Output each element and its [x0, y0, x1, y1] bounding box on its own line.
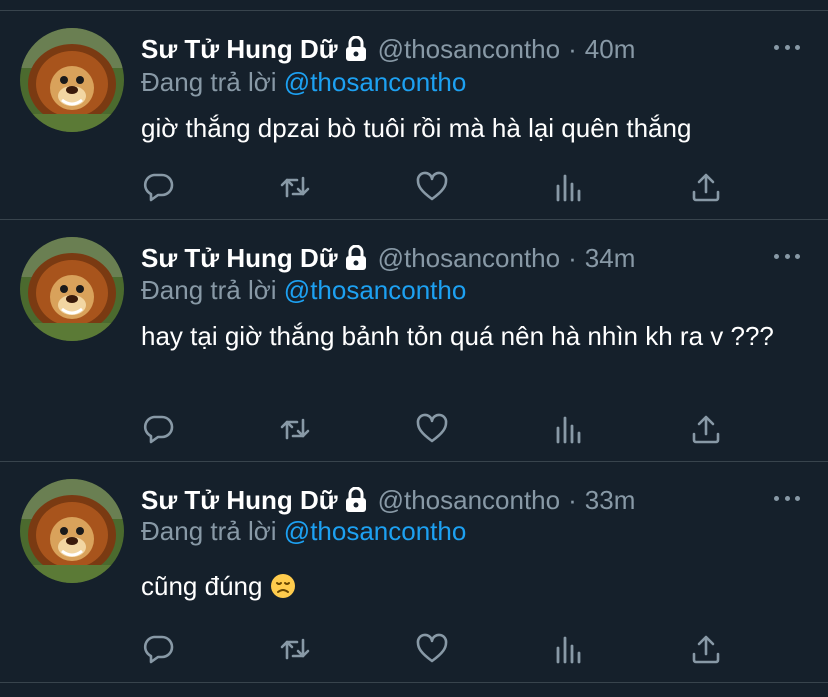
- separator-dot: ·: [568, 243, 577, 273]
- handle[interactable]: @thosancontho: [378, 485, 561, 515]
- timestamp[interactable]: 34m: [585, 243, 636, 273]
- display-name[interactable]: Sư Tử Hung Dữ: [141, 485, 338, 515]
- reply-icon[interactable]: [141, 412, 175, 446]
- separator-dot: ·: [568, 485, 577, 515]
- like-icon[interactable]: [415, 170, 449, 204]
- more-icon[interactable]: [774, 252, 800, 260]
- share-icon[interactable]: [689, 412, 723, 446]
- reply-mention-link[interactable]: @thosancontho: [284, 516, 467, 546]
- disappointed-face-icon: [270, 573, 296, 599]
- like-icon[interactable]: [415, 412, 449, 446]
- analytics-icon[interactable]: [552, 412, 586, 446]
- timestamp[interactable]: 40m: [585, 34, 636, 64]
- tweet-header: Sư Tử Hung Dữ @thosancontho · 34m: [141, 243, 635, 273]
- retweet-icon[interactable]: [278, 632, 312, 666]
- reply-prefix: Đang trả lời: [141, 67, 277, 97]
- more-icon[interactable]: [774, 43, 800, 51]
- share-icon[interactable]: [689, 170, 723, 204]
- tweet-header: Sư Tử Hung Dữ @thosancontho · 33m: [141, 485, 635, 515]
- tweet-text: hay tại giờ thắng bảnh tỏn quá nên hà nh…: [141, 321, 774, 351]
- lion-avatar-image: [20, 28, 124, 132]
- reply-icon[interactable]: [141, 170, 175, 204]
- avatar[interactable]: [20, 479, 124, 583]
- analytics-icon[interactable]: [552, 170, 586, 204]
- lion-avatar-image: [20, 479, 124, 583]
- tweet[interactable]: Sư Tử Hung Dữ @thosancontho · 33m Đang t…: [0, 462, 828, 683]
- timestamp[interactable]: 33m: [585, 485, 636, 515]
- more-icon[interactable]: [774, 494, 800, 502]
- avatar[interactable]: [20, 237, 124, 341]
- action-bar: [141, 170, 731, 204]
- action-bar: [141, 632, 731, 666]
- tweet-header: Sư Tử Hung Dữ @thosancontho · 40m: [141, 34, 635, 64]
- handle[interactable]: @thosancontho: [378, 243, 561, 273]
- tweet[interactable]: Sư Tử Hung Dữ @thosancontho · 40m Đang t…: [0, 11, 828, 220]
- reply-mention-link[interactable]: @thosancontho: [284, 275, 467, 305]
- reply-mention-link[interactable]: @thosancontho: [284, 67, 467, 97]
- action-bar: [141, 412, 731, 446]
- lion-avatar-image: [20, 237, 124, 341]
- like-icon[interactable]: [415, 632, 449, 666]
- analytics-icon[interactable]: [552, 632, 586, 666]
- handle[interactable]: @thosancontho: [378, 34, 561, 64]
- lock-icon: [344, 487, 368, 513]
- reply-prefix: Đang trả lời: [141, 275, 277, 305]
- reply-prefix: Đang trả lời: [141, 516, 277, 546]
- reply-context: Đang trả lời @thosancontho: [141, 516, 466, 546]
- tweet-text: giờ thắng dpzai bò tuôi rồi mà hà lại qu…: [141, 113, 692, 143]
- reply-context: Đang trả lời @thosancontho: [141, 275, 466, 305]
- display-name[interactable]: Sư Tử Hung Dữ: [141, 34, 338, 64]
- retweet-icon[interactable]: [278, 170, 312, 204]
- tweet[interactable]: Sư Tử Hung Dữ @thosancontho · 34m Đang t…: [0, 220, 828, 462]
- lock-icon: [344, 36, 368, 62]
- share-icon[interactable]: [689, 632, 723, 666]
- lock-icon: [344, 245, 368, 271]
- tweet-text-container: cũng đúng: [141, 570, 811, 603]
- reply-context: Đang trả lời @thosancontho: [141, 67, 466, 97]
- tweet-text: cũng đúng: [141, 571, 263, 601]
- separator-dot: ·: [568, 34, 577, 64]
- display-name[interactable]: Sư Tử Hung Dữ: [141, 243, 338, 273]
- retweet-icon[interactable]: [278, 412, 312, 446]
- avatar[interactable]: [20, 28, 124, 132]
- reply-icon[interactable]: [141, 632, 175, 666]
